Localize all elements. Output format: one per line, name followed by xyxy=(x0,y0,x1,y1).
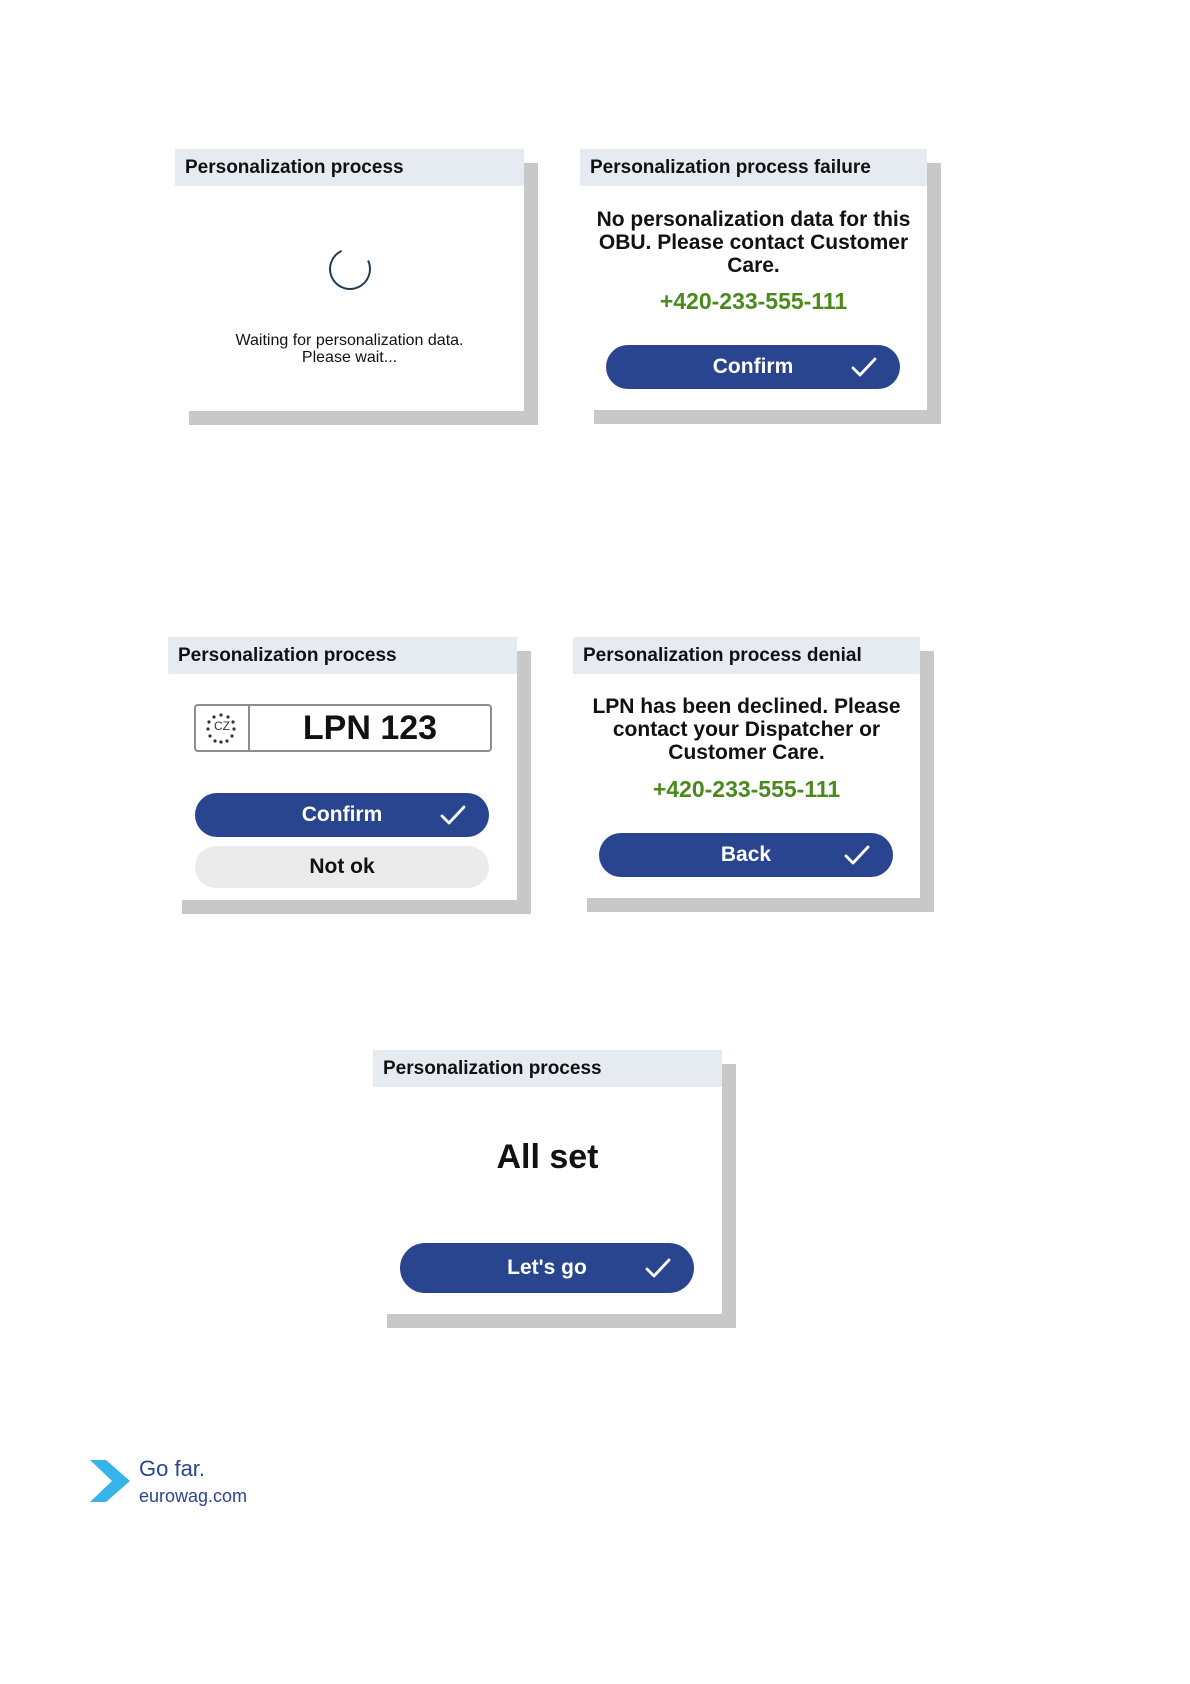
footer-tagline: Go far. xyxy=(139,1456,206,1481)
footer-website[interactable]: eurowag.com xyxy=(139,1486,247,1507)
check-icon xyxy=(440,805,466,825)
check-icon xyxy=(844,845,870,865)
wait-message: Waiting for personalization data. Please… xyxy=(175,332,524,366)
wait-message-line-2: Please wait... xyxy=(301,349,398,366)
denial-message: LPN has been declined. Please contact yo… xyxy=(573,695,920,764)
check-icon xyxy=(645,1258,671,1278)
failure-message-line-1: No personalization data for this xyxy=(596,208,911,231)
failure-message-line-2: OBU. Please contact Customer xyxy=(598,231,909,254)
failure-message: No personalization data for this OBU. Pl… xyxy=(580,208,927,277)
confirm-button-label: Confirm xyxy=(712,355,794,378)
license-plate: CZ LPN 123 xyxy=(194,704,492,752)
plate-country-badge: CZ xyxy=(196,706,250,750)
not-ok-button[interactable]: Not ok xyxy=(195,846,489,888)
screen-header: Personalization process xyxy=(373,1050,722,1087)
denial-message-line-2: contact your Dispatcher or xyxy=(612,718,881,741)
wait-message-line-1: Waiting for personalization data. xyxy=(235,332,464,349)
confirm-button[interactable]: Confirm xyxy=(606,345,900,389)
back-button[interactable]: Back xyxy=(599,833,893,877)
screen-header: Personalization process xyxy=(175,149,524,186)
failure-message-line-3: Care. xyxy=(727,254,780,277)
personalization-waiting-screen: Personalization process Waiting for pers… xyxy=(175,149,524,411)
check-icon xyxy=(851,357,877,377)
not-ok-button-label: Not ok xyxy=(309,855,375,878)
lets-go-button[interactable]: Let's go xyxy=(400,1243,694,1293)
back-button-label: Back xyxy=(720,843,772,866)
confirm-button[interactable]: Confirm xyxy=(195,793,489,837)
screen-header: Personalization process denial xyxy=(573,637,920,674)
personalization-plate-screen: Personalization process CZ LPN 123 Confi… xyxy=(168,637,517,900)
spinner-icon xyxy=(323,242,377,296)
confirm-button-label: Confirm xyxy=(301,803,383,826)
all-set-title: All set xyxy=(496,1138,599,1176)
denial-message-line-3: Customer Care. xyxy=(668,741,825,764)
personalization-failure-screen: Personalization process failure No perso… xyxy=(580,149,927,410)
customer-care-phone: +420-233-555-111 xyxy=(652,776,841,802)
screen-header: Personalization process failure xyxy=(580,149,927,186)
lets-go-button-label: Let's go xyxy=(507,1256,587,1279)
screen-header: Personalization process xyxy=(168,637,517,674)
denial-message-line-1: LPN has been declined. Please xyxy=(592,695,901,718)
plate-number: LPN 123 xyxy=(302,709,438,747)
personalization-complete-screen: Personalization process All set Let's go xyxy=(373,1050,722,1314)
plate-country-code: CZ xyxy=(214,719,230,733)
personalization-denial-screen: Personalization process denial LPN has b… xyxy=(573,637,920,898)
customer-care-phone: +420-233-555-111 xyxy=(659,288,848,314)
eurowag-chevron-logo xyxy=(90,1460,130,1502)
